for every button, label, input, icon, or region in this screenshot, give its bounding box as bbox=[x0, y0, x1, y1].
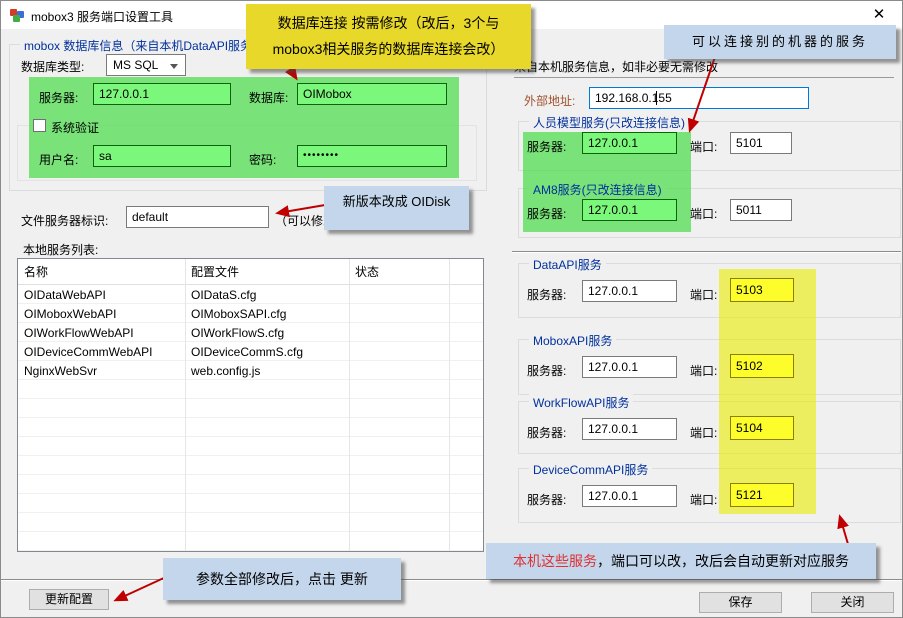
cell-config: OIWorkFlowS.cfg bbox=[191, 324, 284, 342]
server-label: 服务器: bbox=[527, 138, 566, 155]
port-input[interactable]: 5011 bbox=[730, 199, 792, 221]
group-title: AM8服务(只改连接信息) bbox=[529, 181, 666, 198]
group-title: WorkFlowAPI服务 bbox=[529, 394, 633, 411]
table-row[interactable]: OIDataWebAPI OIDataS.cfg bbox=[18, 286, 483, 305]
cell-config: web.config.js bbox=[191, 362, 260, 380]
db-name-input[interactable]: OIMobox bbox=[297, 83, 447, 105]
table-row[interactable]: NginxWebSvr web.config.js bbox=[18, 362, 483, 381]
username-label: 用户名: bbox=[39, 151, 78, 168]
close-button[interactable]: 关闭 bbox=[811, 592, 894, 613]
server-label: 服务器: bbox=[527, 205, 566, 222]
db-server-input[interactable]: 127.0.0.1 bbox=[93, 83, 231, 105]
fileserver-input[interactable]: default bbox=[126, 206, 269, 228]
service-group-moboxapi: MoboxAPI服务 服务器: 127.0.0.1 端口: 5102 bbox=[518, 339, 901, 395]
col-name[interactable]: 名称 bbox=[24, 259, 48, 285]
callout-update: 参数全部修改后，点击 更新 bbox=[163, 558, 401, 600]
ports-highlight-yellow bbox=[719, 269, 816, 514]
server-input[interactable]: 127.0.0.1 bbox=[582, 418, 677, 440]
cell-name: OIDataWebAPI bbox=[24, 286, 106, 304]
port-label: 端口: bbox=[690, 491, 717, 508]
service-group-workflowapi: WorkFlowAPI服务 服务器: 127.0.0.1 端口: 5104 bbox=[518, 401, 901, 454]
port-label: 端口: bbox=[690, 138, 717, 155]
callout-ports-text: ，端口可以改，改后会自动更新对应服务 bbox=[597, 553, 849, 569]
port-input[interactable]: 5101 bbox=[730, 132, 792, 154]
cell-name: NginxWebSvr bbox=[24, 362, 97, 380]
group-title: 人员模型服务(只改连接信息) bbox=[529, 114, 689, 131]
separator bbox=[512, 251, 901, 253]
table-row[interactable]: OIDeviceCommWebAPI OIDeviceCommS.cfg bbox=[18, 343, 483, 362]
app-icon bbox=[9, 7, 25, 23]
callout-oidisk: 新版本改成 OIDisk bbox=[324, 186, 469, 230]
cell-name: OIWorkFlowWebAPI bbox=[24, 324, 134, 342]
table-header: 名称 配置文件 状态 bbox=[18, 259, 483, 285]
group-title: MoboxAPI服务 bbox=[529, 332, 616, 349]
col-status[interactable]: 状态 bbox=[355, 259, 379, 285]
db-type-select[interactable]: MS SQL bbox=[106, 54, 186, 76]
service-group-dataapi: DataAPI服务 服务器: 127.0.0.1 端口: 5103 bbox=[518, 263, 901, 318]
db-type-label: 数据库类型: bbox=[21, 58, 84, 75]
port-input[interactable]: 5102 bbox=[730, 354, 794, 378]
server-input[interactable]: 127.0.0.1 bbox=[582, 280, 677, 302]
db-type-value: MS SQL bbox=[113, 58, 158, 72]
port-input[interactable]: 5121 bbox=[730, 483, 794, 507]
service-group-devicecommapi: DeviceCommAPI服务 服务器: 127.0.0.1 端口: 5121 bbox=[518, 468, 901, 523]
cell-config: OIDeviceCommS.cfg bbox=[191, 343, 303, 361]
col-config[interactable]: 配置文件 bbox=[191, 259, 239, 285]
username-input[interactable]: sa bbox=[93, 145, 231, 167]
local-services-table[interactable]: 名称 配置文件 状态 OIDataWebAPI OIDataS.cfg OIMo… bbox=[17, 258, 484, 552]
cell-config: OIMoboxSAPI.cfg bbox=[191, 305, 286, 323]
callout-ports-red-text: 本机这些服务 bbox=[513, 553, 597, 569]
port-label: 端口: bbox=[690, 424, 717, 441]
callout-db-connection: 数据库连接 按需修改（改后，3个与 mobox3相关服务的数据库连接会改） bbox=[246, 4, 531, 69]
remote-header-line bbox=[514, 77, 894, 78]
app-window: mobox3 服务端口设置工具 ✕ mobox 数据库信息（来自本机DataAP… bbox=[0, 0, 903, 618]
ext-addr-input[interactable]: 192.168.0.155 bbox=[589, 87, 809, 109]
table-row[interactable]: OIWorkFlowWebAPI OIWorkFlowS.cfg bbox=[18, 324, 483, 343]
sysauth-checkbox[interactable] bbox=[33, 119, 46, 132]
remote-header: 来自本机服务信息，如非必要无需修改 bbox=[514, 58, 718, 75]
close-icon[interactable]: ✕ bbox=[864, 5, 894, 25]
password-input[interactable]: •••••••• bbox=[297, 145, 447, 167]
server-input[interactable]: 127.0.0.1 bbox=[582, 485, 677, 507]
port-label: 端口: bbox=[690, 205, 717, 222]
cell-name: OIDeviceCommWebAPI bbox=[24, 343, 152, 361]
port-label: 端口: bbox=[690, 286, 717, 303]
table-row[interactable]: OIMoboxWebAPI OIMoboxSAPI.cfg bbox=[18, 305, 483, 324]
server-label: 服务器: bbox=[527, 286, 566, 303]
port-input[interactable]: 5104 bbox=[730, 416, 794, 440]
window-title: mobox3 服务端口设置工具 bbox=[31, 8, 173, 25]
local-services-label: 本地服务列表: bbox=[23, 241, 98, 258]
server-input[interactable]: 127.0.0.1 bbox=[582, 199, 677, 221]
cell-config: OIDataS.cfg bbox=[191, 286, 256, 304]
callout-ports: 本机这些服务，端口可以改，改后会自动更新对应服务 bbox=[486, 543, 876, 579]
server-input[interactable]: 127.0.0.1 bbox=[582, 356, 677, 378]
server-label: 服务器: bbox=[527, 362, 566, 379]
sysauth-label: 系统验证 bbox=[51, 119, 99, 136]
callout-line: mobox3相关服务的数据库连接会改） bbox=[246, 36, 531, 62]
group-title: DataAPI服务 bbox=[529, 256, 606, 273]
server-input[interactable]: 127.0.0.1 bbox=[582, 132, 677, 154]
group-title: DeviceCommAPI服务 bbox=[529, 461, 652, 478]
db-info-group-title: mobox 数据库信息（来自本机DataAPI服务 bbox=[20, 37, 256, 54]
db-server-label: 服务器: bbox=[39, 89, 78, 106]
text-caret bbox=[656, 91, 657, 105]
bottom-separator bbox=[1, 579, 903, 581]
cell-name: OIMoboxWebAPI bbox=[24, 305, 116, 323]
port-label: 端口: bbox=[690, 362, 717, 379]
ext-addr-label: 外部地址: bbox=[524, 92, 575, 109]
update-config-button[interactable]: 更新配置 bbox=[29, 589, 109, 610]
server-label: 服务器: bbox=[527, 424, 566, 441]
callout-remote-machine: 可以连接别的机器的服务 bbox=[664, 25, 896, 59]
port-input[interactable]: 5103 bbox=[730, 278, 794, 302]
fileserver-label: 文件服务器标识: bbox=[21, 212, 108, 229]
chevron-down-icon bbox=[170, 64, 178, 69]
server-label: 服务器: bbox=[527, 491, 566, 508]
save-button[interactable]: 保存 bbox=[699, 592, 782, 613]
db-name-label: 数据库: bbox=[249, 89, 288, 106]
callout-line: 数据库连接 按需修改（改后，3个与 bbox=[246, 10, 531, 36]
password-label: 密码: bbox=[249, 151, 276, 168]
